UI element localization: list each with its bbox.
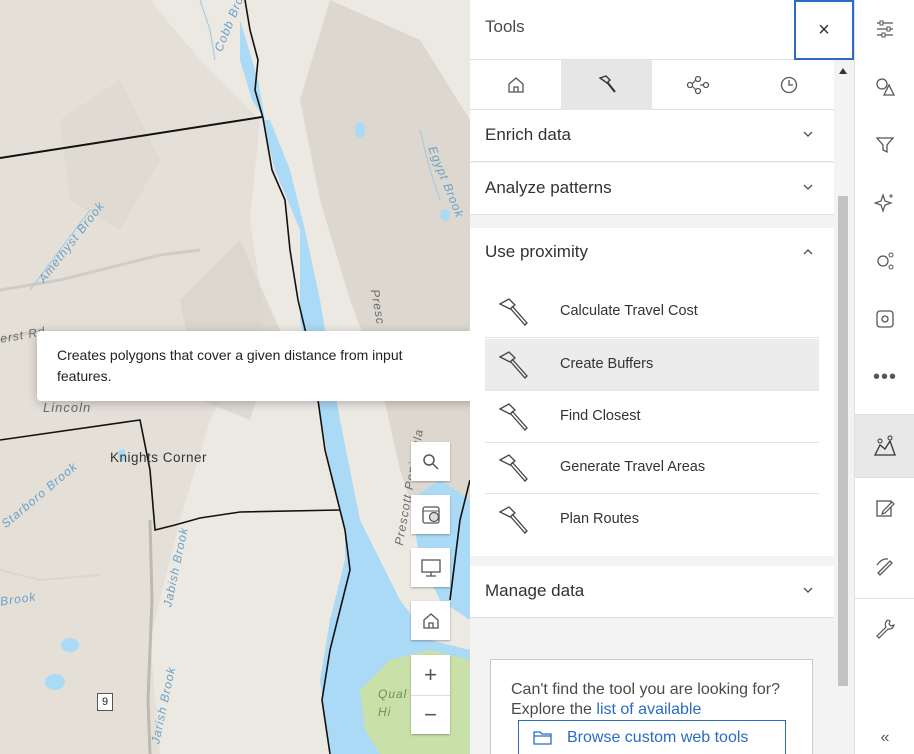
settings-icon xyxy=(876,310,894,328)
hammer-icon xyxy=(498,298,528,326)
folder-icon xyxy=(533,731,552,745)
action-configure[interactable] xyxy=(855,290,914,348)
action-properties[interactable] xyxy=(855,0,914,58)
sketch-icon xyxy=(876,558,893,576)
hammer-icon xyxy=(498,454,528,482)
action-styles[interactable] xyxy=(855,58,914,116)
action-bar: ••• « xyxy=(854,0,914,754)
cluster-icon xyxy=(877,252,894,270)
filter-icon xyxy=(875,137,895,154)
tool-label: Find Closest xyxy=(560,408,641,424)
map-label-lincoln: Lincoln xyxy=(43,400,92,415)
section-manage-data[interactable]: Manage data xyxy=(470,566,834,618)
map-view[interactable]: Cobb Brook Amethyst Brook Egypt Brook Pr… xyxy=(0,0,470,754)
more-icon: ••• xyxy=(872,365,897,388)
hammer-icon xyxy=(498,403,528,431)
section-enrich-data[interactable]: Enrich data xyxy=(470,110,834,162)
tool-label: Create Buffers xyxy=(560,356,654,372)
road-shield: 9 xyxy=(97,693,113,711)
present-button[interactable] xyxy=(411,548,450,587)
tool-label: Calculate Travel Cost xyxy=(560,303,698,319)
monitor-icon xyxy=(420,558,441,577)
action-analysis[interactable] xyxy=(855,415,914,477)
search-icon xyxy=(422,453,439,470)
action-sketch[interactable] xyxy=(855,537,914,595)
action-clustering[interactable] xyxy=(855,232,914,290)
section-title: Manage data xyxy=(485,581,585,600)
action-effects[interactable] xyxy=(855,174,914,232)
tool-list-link[interactable]: list of available xyxy=(596,701,701,718)
zoom-in-button[interactable]: + xyxy=(411,655,450,695)
sliders-icon xyxy=(877,20,893,38)
panel-scrollbar[interactable] xyxy=(834,60,854,754)
tool-calculate-travel-cost[interactable]: Calculate Travel Cost xyxy=(485,286,819,338)
analysis-icon xyxy=(873,435,896,456)
map-search-button[interactable] xyxy=(411,442,450,481)
map-home-button[interactable] xyxy=(411,601,450,640)
tools-panel: Tools × Enrich data Analyze patterns Use… xyxy=(470,0,854,754)
tab-tools[interactable] xyxy=(561,60,652,110)
chevron-down-icon xyxy=(803,131,813,137)
basemap-icon xyxy=(421,505,440,524)
tool-label: Generate Travel Areas xyxy=(560,459,706,475)
panel-title: Tools xyxy=(485,17,525,36)
browse-custom-tools-button[interactable]: Browse custom web tools xyxy=(518,720,786,754)
section-title: Analyze patterns xyxy=(485,178,612,197)
tool-label: Plan Routes xyxy=(560,511,639,527)
tools-tabs xyxy=(470,60,834,110)
section-analyze-patterns[interactable]: Analyze patterns xyxy=(470,163,834,215)
close-button[interactable]: × xyxy=(794,0,854,60)
scroll-up-arrow[interactable] xyxy=(839,68,847,74)
tool-plan-routes[interactable]: Plan Routes xyxy=(485,494,819,546)
tool-create-buffers[interactable]: Create Buffers xyxy=(485,339,819,391)
wrench-icon xyxy=(876,619,895,639)
shapes-icon xyxy=(876,78,896,96)
map-label-knights-corner: Knights Corner xyxy=(110,450,208,465)
section-title: Enrich data xyxy=(485,125,571,144)
chevron-up-icon[interactable] xyxy=(802,246,814,258)
home-icon xyxy=(507,77,524,93)
action-more[interactable]: ••• xyxy=(855,348,914,406)
map-label-park: Qual Hi xyxy=(378,687,408,719)
sparkle-icon xyxy=(874,193,893,213)
scroll-thumb[interactable] xyxy=(838,196,848,686)
zoom-out-button[interactable]: − xyxy=(411,694,450,735)
tab-home[interactable] xyxy=(470,60,561,110)
tab-history[interactable] xyxy=(743,60,834,110)
tool-tooltip: Creates polygons that cover a given dist… xyxy=(37,331,470,401)
hammer-icon xyxy=(597,75,616,93)
tool-generate-travel-areas[interactable]: Generate Travel Areas xyxy=(485,442,819,494)
tab-workflow[interactable] xyxy=(652,60,743,110)
tool-find-closest[interactable]: Find Closest xyxy=(485,391,819,443)
divider xyxy=(855,477,914,478)
panel-header: Tools × xyxy=(470,0,854,60)
hammer-icon xyxy=(498,506,528,534)
home-icon xyxy=(422,612,439,629)
action-filter[interactable] xyxy=(855,116,914,174)
section-use-proximity: Use proximity Calculate Travel Cost Crea… xyxy=(470,228,834,556)
branch-icon xyxy=(686,75,709,95)
zoom-control: + − xyxy=(411,655,450,734)
hammer-icon xyxy=(498,351,528,379)
chevron-down-icon xyxy=(803,587,813,593)
action-edit[interactable] xyxy=(855,479,914,537)
edit-icon xyxy=(876,500,895,517)
action-tools[interactable] xyxy=(855,599,914,657)
browse-label: Browse custom web tools xyxy=(567,729,749,746)
history-icon xyxy=(780,76,797,94)
section-title[interactable]: Use proximity xyxy=(485,242,588,262)
chevron-down-icon xyxy=(803,184,813,190)
collapse-button[interactable]: « xyxy=(855,722,914,754)
tools-list: Enrich data Analyze patterns Use proximi… xyxy=(470,110,834,754)
basemap-button[interactable] xyxy=(411,495,450,534)
